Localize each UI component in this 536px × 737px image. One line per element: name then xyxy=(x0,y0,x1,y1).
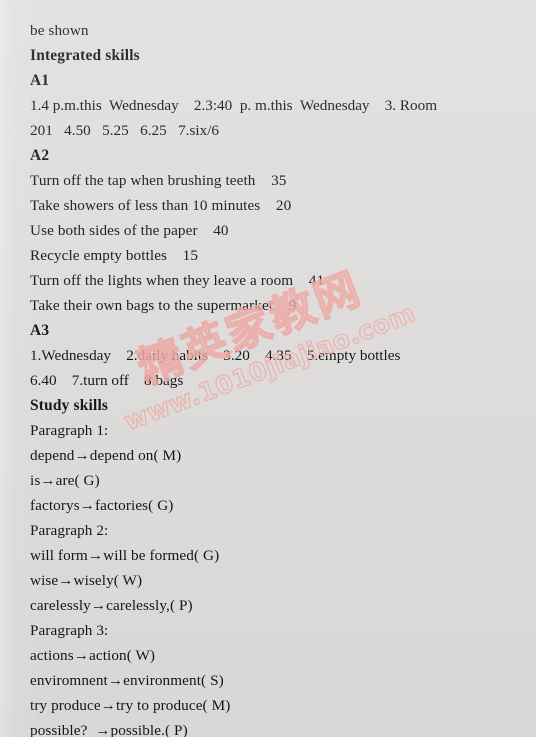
correction-line: is→are( G) xyxy=(30,472,100,489)
correction-line: factorys→factories( G) xyxy=(30,497,174,514)
answer-line: 201 4.50 5.25 6.25 7.six/6 xyxy=(30,122,220,139)
correction-line: enviromnent→environment( S) xyxy=(30,672,224,689)
continuation-line: be shown xyxy=(30,22,89,39)
paragraph-label: Paragraph 3: xyxy=(30,622,109,639)
correction-line: will form→will be formed( G) xyxy=(30,547,220,564)
answer-line: Take their own bags to the supermarket 9 xyxy=(30,297,297,314)
paragraph-label: Paragraph 2: xyxy=(30,522,109,539)
section-heading-a3: A3 xyxy=(30,322,50,339)
answer-line: Use both sides of the paper 40 xyxy=(30,222,229,239)
answer-line: Take showers of less than 10 minutes 20 xyxy=(30,197,292,214)
paragraph-label: Paragraph 1: xyxy=(30,422,109,439)
answer-line: 6.40 7.turn off 8.bags xyxy=(30,372,184,389)
section-heading-a2: A2 xyxy=(30,147,50,164)
correction-line: try produce→try to produce( M) xyxy=(30,697,231,714)
answer-line: 1.Wednesday 2.daily habits 3.20 4.35 5.e… xyxy=(30,347,401,364)
correction-line: actions→action( W) xyxy=(30,647,156,664)
answer-line: Turn off the lights when they leave a ro… xyxy=(30,272,325,289)
page-content: be shown Integrated skills A1 1.4 p.m.th… xyxy=(30,18,526,737)
correction-line: wise→wisely( W) xyxy=(30,572,143,589)
answer-line: Recycle empty bottles 15 xyxy=(30,247,199,264)
section-heading-study-skills: Study skills xyxy=(30,397,109,414)
section-heading-a1: A1 xyxy=(30,72,50,89)
answer-line: Turn off the tap when brushing teeth 35 xyxy=(30,172,287,189)
section-heading-integrated-skills: Integrated skills xyxy=(30,47,140,64)
answer-line: 1.4 p.m.this Wednesday 2.3:40 p. m.this … xyxy=(30,97,438,114)
correction-line: carelessly→carelessly,( P) xyxy=(30,597,193,614)
correction-line: depend→depend on( M) xyxy=(30,447,182,464)
correction-line: possible? →possible.( P) xyxy=(30,722,188,737)
scanned-answer-key-page: be shown Integrated skills A1 1.4 p.m.th… xyxy=(0,0,536,737)
